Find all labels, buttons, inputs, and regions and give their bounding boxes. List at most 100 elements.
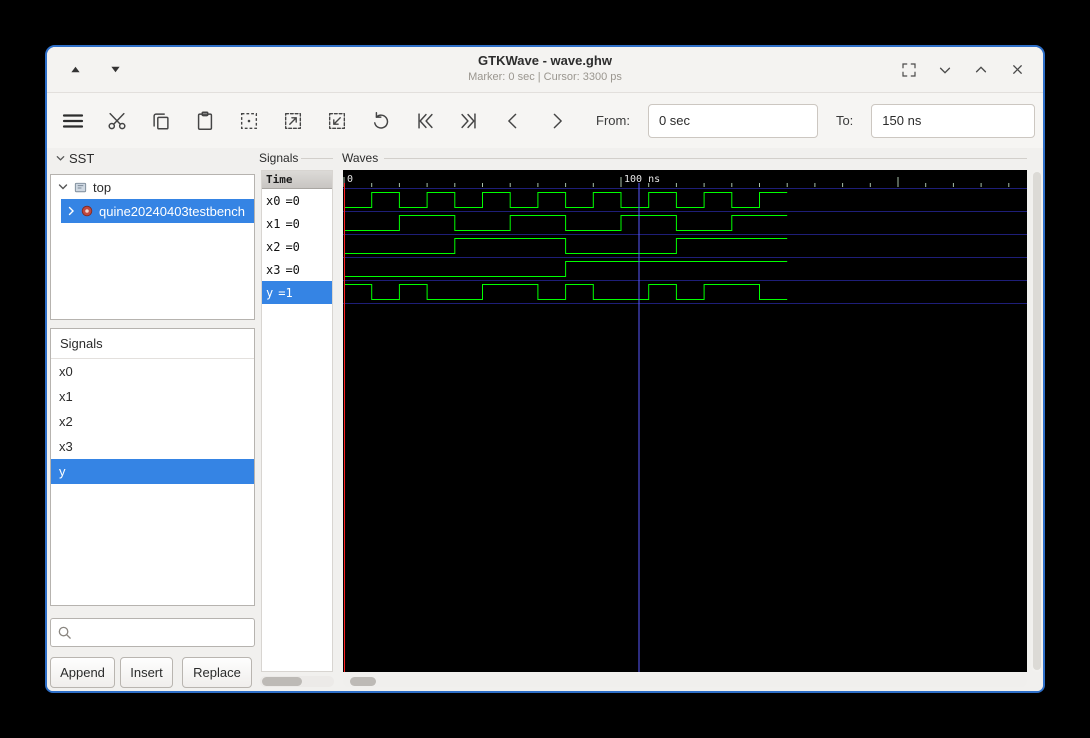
triangle-up-icon bbox=[70, 66, 80, 73]
wave-name-rows: x0 =0 x1 =0 x2 =0 x3 =0 y =1 bbox=[262, 189, 332, 304]
titlebar[interactable]: GTKWave - wave.ghw Marker: 0 sec | Curso… bbox=[47, 47, 1043, 93]
signals-panel: Signals x0 x1 x2 x3 y bbox=[50, 328, 255, 606]
names-horizontal-scrollbar[interactable] bbox=[260, 676, 334, 687]
signal-list: x0 x1 x2 x3 y bbox=[51, 359, 254, 484]
signal-search-input[interactable] bbox=[77, 624, 248, 641]
chevron-down-icon bbox=[56, 156, 64, 161]
maximize-button[interactable] bbox=[969, 58, 993, 82]
wave-signal-row[interactable]: x0 =0 bbox=[262, 189, 332, 212]
scrollbar-thumb[interactable] bbox=[262, 677, 302, 686]
wave-names-panel: Time x0 =0 x1 =0 x2 =0 x3 =0 y =1 bbox=[261, 170, 333, 672]
signal-list-item[interactable]: x2 bbox=[51, 409, 254, 434]
triangle-down-icon bbox=[110, 66, 120, 73]
close-button[interactable] bbox=[1005, 58, 1029, 82]
signal-search-box[interactable] bbox=[50, 618, 255, 647]
append-button[interactable]: Append bbox=[50, 657, 115, 688]
zoom-fit-button[interactable] bbox=[236, 108, 262, 134]
marker-cursor-status: Marker: 0 sec | Cursor: 3300 ps bbox=[468, 71, 622, 83]
zoom-fit-icon bbox=[240, 112, 258, 129]
zoom-to-start-button[interactable] bbox=[412, 108, 438, 134]
tree-item-testbench[interactable]: quine20240403testbench bbox=[61, 199, 254, 223]
minimize-button[interactable] bbox=[933, 58, 957, 82]
sst-section-label: SST bbox=[53, 151, 94, 166]
zoom-out-icon bbox=[328, 112, 346, 129]
sst-tree: top quine20240403testbench bbox=[50, 174, 255, 320]
shade-down-button[interactable] bbox=[103, 58, 127, 82]
clipboard-icon bbox=[197, 111, 213, 130]
titlebar-right-controls bbox=[897, 47, 1029, 92]
waveform-canvas: 0 100 ns bbox=[343, 174, 1027, 672]
signal-name: x2 bbox=[266, 239, 281, 254]
from-label: From: bbox=[596, 113, 630, 128]
shift-right-button[interactable] bbox=[544, 108, 570, 134]
signals-panel-header: Signals bbox=[51, 329, 254, 359]
signal-list-item[interactable]: x1 bbox=[51, 384, 254, 409]
signal-list-item[interactable]: x3 bbox=[51, 434, 254, 459]
testbench-icon bbox=[81, 205, 93, 217]
menu-button[interactable] bbox=[60, 108, 86, 134]
expander-right-icon[interactable] bbox=[65, 205, 77, 217]
frame-line bbox=[384, 158, 1027, 159]
from-input[interactable] bbox=[647, 103, 818, 138]
content-area: SST top quine20240403testbench Signals x… bbox=[47, 148, 1043, 691]
waves-vertical-scrollbar[interactable] bbox=[1031, 170, 1043, 672]
signal-value: =0 bbox=[285, 216, 300, 231]
signal-value: =0 bbox=[285, 262, 300, 277]
signal-value: =0 bbox=[285, 193, 300, 208]
cut-button[interactable] bbox=[104, 108, 130, 134]
main-toolbar: From: To: bbox=[47, 93, 1043, 148]
zoom-in-icon bbox=[284, 112, 302, 129]
window-title: GTKWave - wave.ghw bbox=[478, 53, 612, 68]
paste-button[interactable] bbox=[192, 108, 218, 134]
wave-signal-row[interactable]: y =1 bbox=[262, 281, 332, 304]
signal-name: y bbox=[266, 285, 274, 300]
search-icon bbox=[58, 626, 71, 639]
replace-button[interactable]: Replace bbox=[182, 657, 252, 688]
wave-signal-row[interactable]: x3 =0 bbox=[262, 258, 332, 281]
signal-list-item[interactable]: x0 bbox=[51, 359, 254, 384]
waveform-area[interactable]: 0 100 ns bbox=[343, 170, 1027, 672]
waves-horizontal-scrollbar[interactable] bbox=[343, 676, 1027, 687]
shade-up-button[interactable] bbox=[63, 58, 87, 82]
signal-value: =1 bbox=[278, 285, 293, 300]
signal-name: x1 bbox=[266, 216, 281, 231]
titlebar-center: GTKWave - wave.ghw Marker: 0 sec | Curso… bbox=[267, 53, 823, 83]
chevron-right-icon bbox=[553, 113, 562, 128]
copy-button[interactable] bbox=[148, 108, 174, 134]
wave-signal-row[interactable]: x1 =0 bbox=[262, 212, 332, 235]
time-header[interactable]: Time bbox=[262, 171, 332, 189]
signal-list-item[interactable]: y bbox=[51, 459, 254, 484]
zoom-in-button[interactable] bbox=[280, 108, 306, 134]
middle-signals-label: Signals bbox=[259, 151, 299, 165]
skip-to-start-icon bbox=[418, 112, 433, 129]
scrollbar-thumb[interactable] bbox=[1033, 172, 1041, 670]
tree-item-label: top bbox=[93, 179, 112, 195]
to-input[interactable] bbox=[871, 103, 1036, 138]
scrollbar-thumb[interactable] bbox=[350, 677, 376, 686]
sst-collapse-button[interactable] bbox=[53, 152, 67, 166]
wave-signal-row[interactable]: x2 =0 bbox=[262, 235, 332, 258]
fit-window-button[interactable] bbox=[897, 58, 921, 82]
copy-icon bbox=[153, 112, 169, 130]
svg-text:0: 0 bbox=[347, 174, 353, 185]
frame-line bbox=[301, 158, 333, 159]
signal-value: =0 bbox=[285, 239, 300, 254]
gtkwave-window: GTKWave - wave.ghw Marker: 0 sec | Curso… bbox=[45, 45, 1045, 693]
zoom-to-end-button[interactable] bbox=[456, 108, 482, 134]
fit-corners-icon bbox=[902, 62, 916, 77]
zoom-out-button[interactable] bbox=[324, 108, 350, 134]
sst-label-text: SST bbox=[69, 151, 95, 166]
scissors-icon bbox=[108, 112, 126, 129]
zoom-undo-button[interactable] bbox=[368, 108, 394, 134]
chevron-left-icon bbox=[508, 113, 517, 128]
signal-name: x0 bbox=[266, 193, 281, 208]
chevron-up-icon bbox=[975, 65, 987, 72]
insert-button[interactable]: Insert bbox=[120, 657, 173, 688]
svg-text:100 ns: 100 ns bbox=[624, 174, 660, 185]
hamburger-menu-icon bbox=[62, 113, 84, 128]
shift-left-button[interactable] bbox=[500, 108, 526, 134]
undo-arrow-icon bbox=[374, 111, 389, 129]
to-label: To: bbox=[835, 113, 854, 128]
tree-item-top[interactable]: top bbox=[51, 175, 254, 199]
expander-down-icon[interactable] bbox=[57, 181, 69, 193]
